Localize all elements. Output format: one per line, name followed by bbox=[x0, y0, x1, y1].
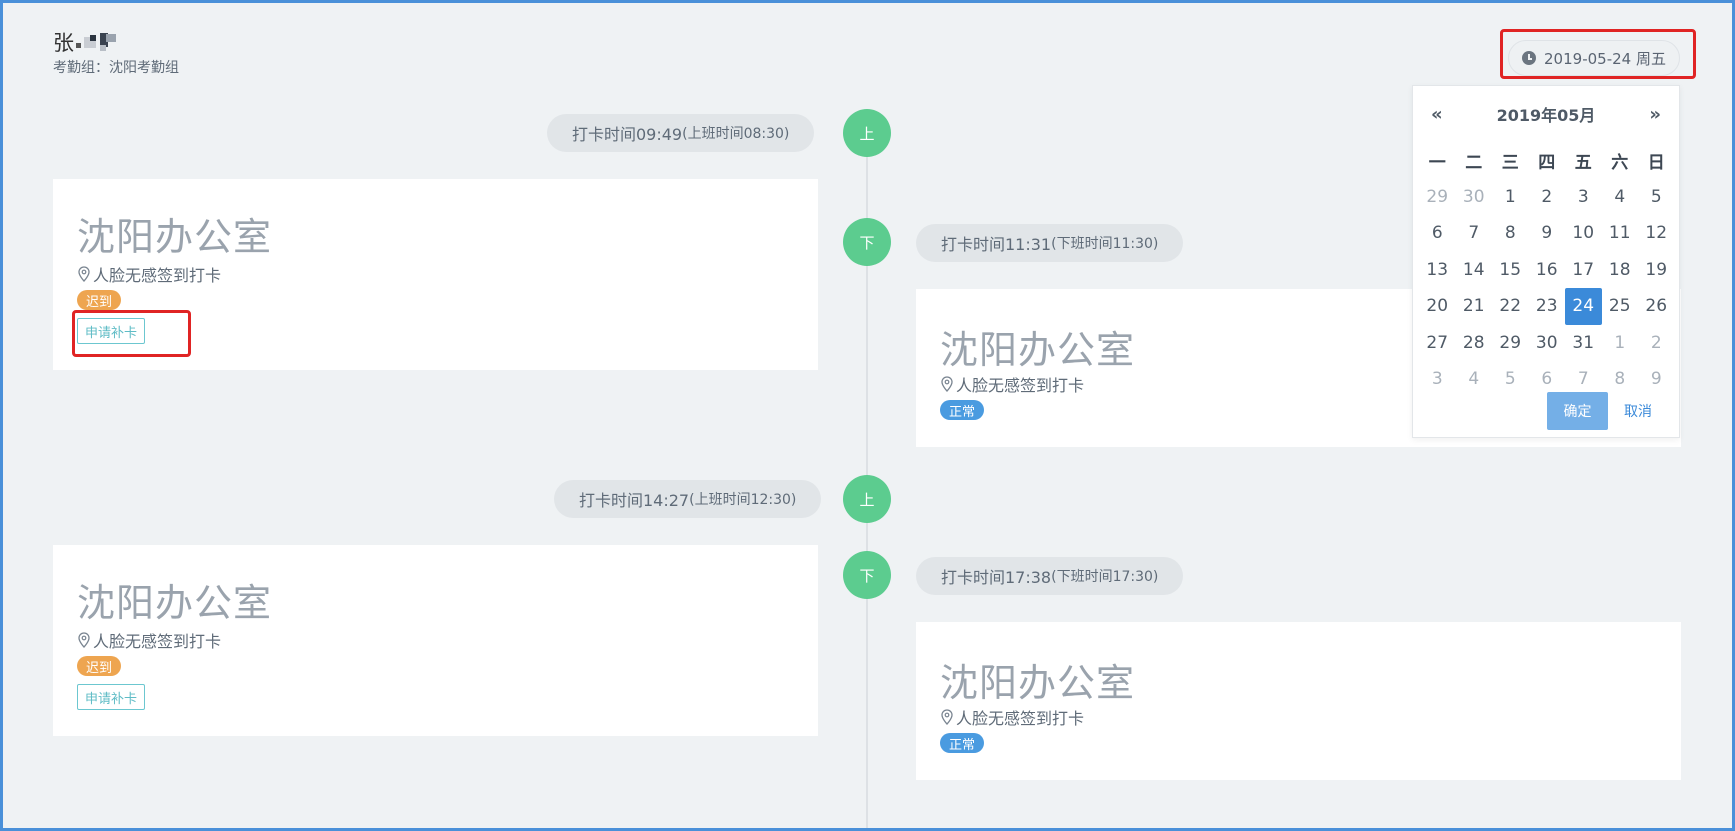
highlight-apply-box bbox=[72, 310, 191, 357]
calendar-day[interactable]: 4 bbox=[1456, 361, 1493, 398]
punch-time: 打卡时间11:31 bbox=[941, 235, 1052, 254]
calendar-day[interactable]: 29 bbox=[1419, 179, 1456, 216]
calendar-day[interactable]: 6 bbox=[1419, 215, 1456, 252]
timeline-node-in: 上 bbox=[843, 475, 891, 523]
weekday-header: 二 bbox=[1465, 152, 1483, 173]
calendar-day[interactable]: 31 bbox=[1565, 325, 1602, 362]
calendar-day[interactable]: 11 bbox=[1602, 215, 1639, 252]
calendar-day[interactable]: 13 bbox=[1419, 252, 1456, 289]
punch-time-pill: 打卡时间09:49 (上班时间08:30) bbox=[547, 114, 815, 152]
calendar-day[interactable]: 4 bbox=[1602, 179, 1639, 216]
punch-method: 人脸无感签到打卡 bbox=[77, 262, 221, 286]
punch-method: 人脸无感签到打卡 bbox=[940, 705, 1084, 729]
calendar-day[interactable]: 3 bbox=[1565, 179, 1602, 216]
cancel-button[interactable]: 取消 bbox=[1618, 392, 1658, 430]
weekday-header: 日 bbox=[1647, 152, 1665, 173]
calendar-day[interactable]: 10 bbox=[1565, 215, 1602, 252]
calendar-day[interactable]: 2 bbox=[1638, 325, 1675, 362]
weekday-header: 四 bbox=[1538, 152, 1556, 173]
calendar-day[interactable]: 22 bbox=[1492, 288, 1529, 325]
location-title: 沈阳办公室 bbox=[940, 328, 1136, 372]
timeline-node-out: 下 bbox=[843, 551, 891, 599]
location-title: 沈阳办公室 bbox=[77, 215, 273, 259]
punch-time: 打卡时间17:38 bbox=[941, 568, 1052, 587]
scheduled-time: (上班时间12:30) bbox=[689, 492, 797, 508]
scheduled-time: (下班时间17:30) bbox=[1051, 569, 1159, 585]
calendar-day[interactable]: 16 bbox=[1529, 252, 1566, 289]
apply-correction-button[interactable]: 申请补卡 bbox=[77, 684, 146, 710]
calendar-day[interactable]: 23 bbox=[1529, 288, 1566, 325]
calendar-day[interactable]: 30 bbox=[1456, 179, 1493, 216]
status-badge: 迟到 bbox=[77, 656, 122, 676]
punch-method-text: 人脸无感签到打卡 bbox=[93, 632, 222, 651]
record-card: 沈阳办公室 人脸无感签到打卡 正常 bbox=[916, 622, 1681, 780]
calendar-day-selected[interactable]: 24 bbox=[1565, 288, 1602, 325]
confirm-button[interactable]: 确定 bbox=[1547, 392, 1608, 430]
prev-month-button[interactable]: « bbox=[1431, 104, 1443, 125]
punch-time: 打卡时间14:27 bbox=[579, 491, 690, 510]
calendar-header: « 2019年05月 » bbox=[1413, 86, 1679, 142]
punch-method-text: 人脸无感签到打卡 bbox=[956, 709, 1085, 728]
calendar-day[interactable]: 5 bbox=[1492, 361, 1529, 398]
calendar-day[interactable]: 18 bbox=[1602, 252, 1639, 289]
weekday-header: 一 bbox=[1428, 152, 1446, 173]
calendar-day[interactable]: 8 bbox=[1492, 215, 1529, 252]
location-pin-icon bbox=[941, 709, 953, 725]
calendar-day[interactable]: 20 bbox=[1419, 288, 1456, 325]
scheduled-time: (上班时间08:30) bbox=[682, 126, 790, 142]
calendar-day[interactable]: 1 bbox=[1492, 179, 1529, 216]
calendar-day[interactable]: 21 bbox=[1456, 288, 1493, 325]
calendar-grid: 一二三四五六日 29 30 1 2 3 4 5 6 7 8 9 10 11 12 13 14 15 16 17 18 19… bbox=[1419, 142, 1675, 398]
next-month-button[interactable]: » bbox=[1649, 104, 1661, 125]
calendar-day[interactable]: 9 bbox=[1529, 215, 1566, 252]
calendar-day[interactable]: 30 bbox=[1529, 325, 1566, 362]
calendar-month-title: 2019年05月 bbox=[1496, 106, 1596, 125]
user-name-text: 张 bbox=[53, 31, 74, 55]
calendar-day[interactable]: 29 bbox=[1492, 325, 1529, 362]
punch-time-pill: 打卡时间14:27 (上班时间12:30) bbox=[554, 480, 822, 518]
calendar-day[interactable]: 12 bbox=[1638, 215, 1675, 252]
weekday-header: 五 bbox=[1574, 152, 1592, 173]
weekday-header: 三 bbox=[1501, 152, 1519, 173]
calendar-day[interactable]: 27 bbox=[1419, 325, 1456, 362]
location-title: 沈阳办公室 bbox=[940, 661, 1136, 705]
calendar-day[interactable]: 14 bbox=[1456, 252, 1493, 289]
punch-method-text: 人脸无感签到打卡 bbox=[93, 266, 222, 285]
calendar-day[interactable]: 19 bbox=[1638, 252, 1675, 289]
punch-method: 人脸无感签到打卡 bbox=[940, 372, 1084, 396]
user-name: 张 bbox=[53, 27, 120, 57]
punch-method-text: 人脸无感签到打卡 bbox=[956, 376, 1085, 395]
record-card: 沈阳办公室 人脸无感签到打卡 迟到 申请补卡 bbox=[53, 545, 818, 736]
calendar-day[interactable]: 15 bbox=[1492, 252, 1529, 289]
status-badge: 正常 bbox=[940, 733, 985, 753]
scheduled-time: (下班时间11:30) bbox=[1051, 236, 1159, 252]
calendar-day[interactable]: 2 bbox=[1529, 179, 1566, 216]
location-title: 沈阳办公室 bbox=[77, 581, 273, 625]
timeline-node-out: 下 bbox=[843, 218, 891, 266]
punch-time-pill: 打卡时间17:38 (下班时间17:30) bbox=[916, 557, 1184, 595]
calendar-day[interactable]: 7 bbox=[1456, 215, 1493, 252]
weekday-header: 六 bbox=[1611, 152, 1629, 173]
calendar-day[interactable]: 26 bbox=[1638, 288, 1675, 325]
timeline-node-in: 上 bbox=[843, 109, 891, 157]
highlight-date-box bbox=[1500, 29, 1696, 79]
status-badge: 正常 bbox=[940, 400, 985, 420]
calendar-day[interactable]: 3 bbox=[1419, 361, 1456, 398]
calendar-day[interactable]: 5 bbox=[1638, 179, 1675, 216]
attendance-group: 考勤组：沈阳考勤组 bbox=[53, 60, 179, 76]
calendar-day[interactable]: 25 bbox=[1602, 288, 1639, 325]
location-pin-icon bbox=[941, 376, 953, 392]
location-pin-icon bbox=[78, 266, 90, 282]
calendar-day[interactable]: 1 bbox=[1602, 325, 1639, 362]
calendar-day[interactable]: 28 bbox=[1456, 325, 1493, 362]
calendar-popup: « 2019年05月 » 一二三四五六日 29 30 1 2 3 4 5 6 7 8 9 10 11 12 1… bbox=[1412, 85, 1680, 438]
punch-time-pill: 打卡时间11:31 (下班时间11:30) bbox=[916, 224, 1184, 262]
location-pin-icon bbox=[78, 632, 90, 648]
punch-time: 打卡时间09:49 bbox=[572, 125, 683, 144]
punch-method: 人脸无感签到打卡 bbox=[77, 628, 221, 652]
name-mosaic bbox=[76, 31, 120, 53]
calendar-day[interactable]: 17 bbox=[1565, 252, 1602, 289]
status-badge: 迟到 bbox=[77, 290, 122, 310]
